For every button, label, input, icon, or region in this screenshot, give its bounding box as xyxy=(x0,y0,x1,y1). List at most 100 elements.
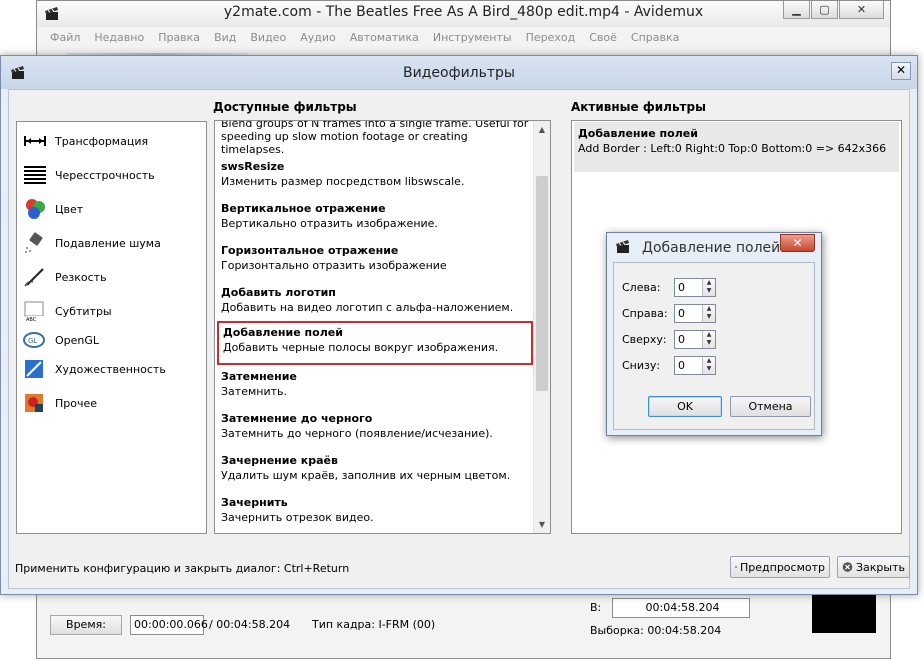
category-sharpness[interactable]: Резкость xyxy=(23,266,107,288)
menu-help[interactable]: Справка xyxy=(624,29,686,49)
chevron-down-icon: ▼ xyxy=(538,520,546,529)
top-value: 0 xyxy=(678,332,685,346)
filter-item-swsresize[interactable]: swsResize Изменить размер посредством li… xyxy=(217,157,533,197)
spin-up-icon[interactable]: ▲ xyxy=(703,305,715,313)
spin-up-icon[interactable]: ▲ xyxy=(703,331,715,339)
minimize-icon: ▁ xyxy=(792,3,801,16)
menu-custom[interactable]: Своё xyxy=(582,29,624,49)
menu-audio[interactable]: Аудио xyxy=(293,29,343,49)
spin-down-icon[interactable]: ▼ xyxy=(703,287,715,295)
active-filters-heading: Активные фильтры xyxy=(571,100,706,114)
interlace-icon xyxy=(24,166,46,184)
menu-recent[interactable]: Недавно xyxy=(87,29,151,49)
bottom-spin-arrows[interactable]: ▲ ▼ xyxy=(702,356,715,374)
filter-item-fade-black[interactable]: Затемнение до черного Затемнить до черно… xyxy=(217,409,533,449)
filter-name: Вертикальное отражение xyxy=(221,202,386,215)
preview-icon xyxy=(735,566,737,568)
video-filters-title-bar[interactable]: Видеофильтры ✕ xyxy=(1,56,917,89)
filter-item-add-border[interactable]: Добавление полей Добавить черные полосы … xyxy=(217,321,533,365)
right-spin-arrows[interactable]: ▲ ▼ xyxy=(702,304,715,322)
filters-scrollbar[interactable]: ▲ ▼ xyxy=(533,121,550,533)
art-icon xyxy=(25,360,43,378)
top-spinbox[interactable]: 0 ▲ ▼ xyxy=(674,329,716,349)
active-filter-add-border[interactable]: Добавление полей Add Border : Left:0 Rig… xyxy=(574,122,899,172)
menu-tools[interactable]: Инструменты xyxy=(426,29,519,49)
add-border-close-button[interactable]: ✕ xyxy=(780,234,815,252)
clapperboard-icon xyxy=(616,240,629,253)
menu-bar: Файл Недавно Правка Вид Видео Аудио Авто… xyxy=(43,29,686,49)
filter-item-fade[interactable]: Затемнение Затемнить. xyxy=(217,367,533,407)
left-spin-arrows[interactable]: ▲ ▼ xyxy=(702,278,715,296)
left-spinbox[interactable]: 0 ▲ ▼ xyxy=(674,277,716,297)
menu-auto[interactable]: Автоматика xyxy=(343,29,426,49)
category-label: OpenGL xyxy=(55,333,100,347)
add-border-title-bar[interactable]: Добавление полей ✕ xyxy=(607,233,821,261)
close-button[interactable]: Закрыть xyxy=(837,556,910,578)
svg-text:GL: GL xyxy=(28,337,37,345)
filter-item-hflip[interactable]: Горизонтальное отражение Горизонтально о… xyxy=(217,241,533,281)
maximize-button[interactable]: ▢ xyxy=(811,1,838,19)
filter-desc: Удалить шум краёв, заполнив их черным цв… xyxy=(221,469,511,482)
menu-video[interactable]: Видео xyxy=(243,29,293,49)
category-opengl[interactable]: GL OpenGL xyxy=(23,329,99,351)
minimize-button[interactable]: ▁ xyxy=(783,1,810,19)
bottom-value: 0 xyxy=(678,358,685,372)
category-label: Прочее xyxy=(55,396,98,410)
filter-desc: Затемнить до черного (появление/исчезани… xyxy=(221,427,493,440)
bottom-row: Снизу: 0 ▲ ▼ xyxy=(622,355,716,375)
category-transform[interactable]: Трансформация xyxy=(23,130,148,152)
category-color[interactable]: Цвет xyxy=(23,198,83,220)
spin-up-icon[interactable]: ▲ xyxy=(703,279,715,287)
spin-up-icon[interactable]: ▲ xyxy=(703,357,715,365)
right-label: Справа: xyxy=(622,306,668,320)
filter-desc: Добавить на видео логотип с альфа-наложе… xyxy=(221,301,514,314)
filter-item-blacken-borders[interactable]: Зачернение краёв Удалить шум краёв, запо… xyxy=(217,451,533,491)
spin-down-icon[interactable]: ▼ xyxy=(703,339,715,347)
scroll-down-button[interactable]: ▼ xyxy=(534,516,550,533)
available-filters-heading: Доступные фильтры xyxy=(213,100,357,114)
ok-button[interactable]: OK xyxy=(648,396,722,417)
filter-desc: Вертикально отразить изображение. xyxy=(221,217,438,230)
filter-item-blend[interactable]: Blend groups of N frames into a single f… xyxy=(217,121,533,157)
top-spin-arrows[interactable]: ▲ ▼ xyxy=(702,330,715,348)
category-label: Резкость xyxy=(55,270,107,284)
spin-down-icon[interactable]: ▼ xyxy=(703,365,715,373)
category-misc[interactable]: Прочее xyxy=(23,392,97,414)
spin-down-icon[interactable]: ▼ xyxy=(703,313,715,321)
scroll-up-button[interactable]: ▲ xyxy=(534,121,550,138)
filter-name: swsResize xyxy=(221,160,285,173)
preview-button[interactable]: Предпросмотр xyxy=(730,556,830,578)
scroll-thumb[interactable] xyxy=(536,176,548,391)
right-spinbox[interactable]: 0 ▲ ▼ xyxy=(674,303,716,323)
top-label: Сверху: xyxy=(622,332,667,346)
category-interlace[interactable]: Чересстрочность xyxy=(23,164,155,186)
filter-name: Зачернение краёв xyxy=(221,454,338,467)
close-icon: ✕ xyxy=(856,3,867,16)
filters-close-x-button[interactable]: ✕ xyxy=(891,62,911,80)
bottom-spinbox[interactable]: 0 ▲ ▼ xyxy=(674,355,716,375)
category-art[interactable]: Художественность xyxy=(23,358,166,380)
main-window-controls: ▁ ▢ ✕ xyxy=(783,1,884,19)
cancel-button[interactable]: Отмена xyxy=(730,396,811,417)
chevron-up-icon: ▲ xyxy=(538,125,546,134)
filter-item-blacken[interactable]: Зачернить Зачернить отрезок видео. xyxy=(217,493,533,533)
opengl-icon: GL xyxy=(23,332,45,348)
filter-item-logo[interactable]: Добавить логотип Добавить на видео логот… xyxy=(217,283,533,323)
main-close-button[interactable]: ✕ xyxy=(839,1,884,19)
filter-desc: Горизонтально отразить изображение xyxy=(221,259,447,272)
filter-desc: Blend groups of N frames into a single f… xyxy=(221,121,529,156)
category-subtitles[interactable]: ABC Субтитры xyxy=(23,300,112,322)
menu-edit[interactable]: Правка xyxy=(151,29,207,49)
menu-go[interactable]: Переход xyxy=(519,29,583,49)
filter-name: Затемнение xyxy=(221,370,297,383)
time-field[interactable]: 00:00:00.066 xyxy=(130,615,208,635)
filter-item-vflip[interactable]: Вертикальное отражение Вертикально отраз… xyxy=(217,199,533,239)
maximize-icon: ▢ xyxy=(819,3,830,16)
category-noise[interactable]: Подавление шума xyxy=(23,232,161,254)
b-time-field[interactable]: 00:04:58.204 xyxy=(612,598,750,618)
noise-icon xyxy=(25,232,43,253)
main-title-bar[interactable]: y2mate.com - The Beatles Free As A Bird_… xyxy=(37,1,890,27)
time-button[interactable]: Время: xyxy=(50,615,122,635)
menu-file[interactable]: Файл xyxy=(43,29,87,49)
menu-view[interactable]: Вид xyxy=(207,29,243,49)
